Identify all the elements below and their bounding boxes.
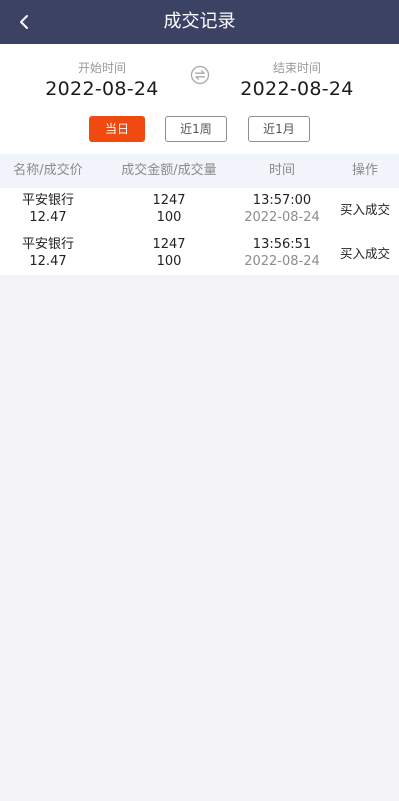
chevron-left-icon — [20, 15, 28, 29]
stock-cell: 平安银行 12.47 — [0, 236, 96, 270]
end-date-label: 结束时间 — [272, 61, 321, 75]
trade-action: 买入成交 — [339, 202, 390, 217]
trade-volume: 100 — [156, 210, 182, 225]
start-date-label: 开始时间 — [77, 61, 126, 75]
table-row[interactable]: 平安银行 12.47 1247 100 13:56:51 2022-08-24 … — [0, 232, 399, 276]
filter-week-button[interactable]: 近1周 — [165, 116, 227, 142]
swap-icon — [190, 65, 210, 85]
trade-amount: 1247 — [152, 193, 186, 208]
trade-amount: 1247 — [152, 237, 186, 252]
stock-cell: 平安银行 12.47 — [0, 192, 96, 226]
header-time: 时间 — [268, 163, 295, 178]
header-action: 操作 — [351, 163, 378, 178]
stock-name: 平安银行 — [21, 237, 74, 252]
amount-cell: 1247 100 — [110, 192, 228, 226]
trade-price: 12.47 — [29, 210, 67, 225]
quick-filter-group: 当日 近1周 近1月 — [0, 116, 399, 142]
trade-time: 13:57:00 — [252, 193, 312, 208]
time-cell: 13:57:00 2022-08-24 — [232, 192, 332, 226]
filter-today-button[interactable]: 当日 — [89, 116, 145, 142]
table-row[interactable]: 平安银行 12.47 1247 100 13:57:00 2022-08-24 … — [0, 188, 399, 232]
time-cell: 13:56:51 2022-08-24 — [232, 236, 332, 270]
amount-cell: 1247 100 — [110, 236, 228, 270]
filter-month-button[interactable]: 近1月 — [248, 116, 310, 142]
swap-dates-button[interactable] — [190, 65, 210, 85]
table-header: 名称/成交价 成交金额/成交量 时间 操作 — [0, 154, 399, 188]
trade-date: 2022-08-24 — [244, 254, 320, 269]
trade-volume: 100 — [156, 254, 182, 269]
back-button[interactable] — [10, 0, 38, 44]
date-range-panel: 开始时间 2022-08-24 结束时间 2022-08-24 当日 近1周 近… — [0, 44, 399, 154]
header-amount-volume: 成交金额/成交量 — [121, 163, 217, 178]
stock-name: 平安银行 — [21, 193, 74, 208]
trade-price: 12.47 — [29, 254, 67, 269]
start-date-value: 2022-08-24 — [45, 78, 159, 100]
header-name-price: 名称/成交价 — [13, 163, 83, 178]
trade-action: 买入成交 — [339, 246, 390, 261]
end-date-picker[interactable]: 结束时间 2022-08-24 — [222, 60, 372, 101]
trade-time: 13:56:51 — [252, 237, 312, 252]
end-date-value: 2022-08-24 — [240, 78, 354, 100]
page-title: 成交记录 — [163, 11, 236, 32]
nav-bar: 成交记录 — [0, 0, 399, 44]
trade-list: 平安银行 12.47 1247 100 13:57:00 2022-08-24 … — [0, 188, 399, 275]
trade-date: 2022-08-24 — [244, 210, 320, 225]
start-date-picker[interactable]: 开始时间 2022-08-24 — [27, 60, 177, 101]
